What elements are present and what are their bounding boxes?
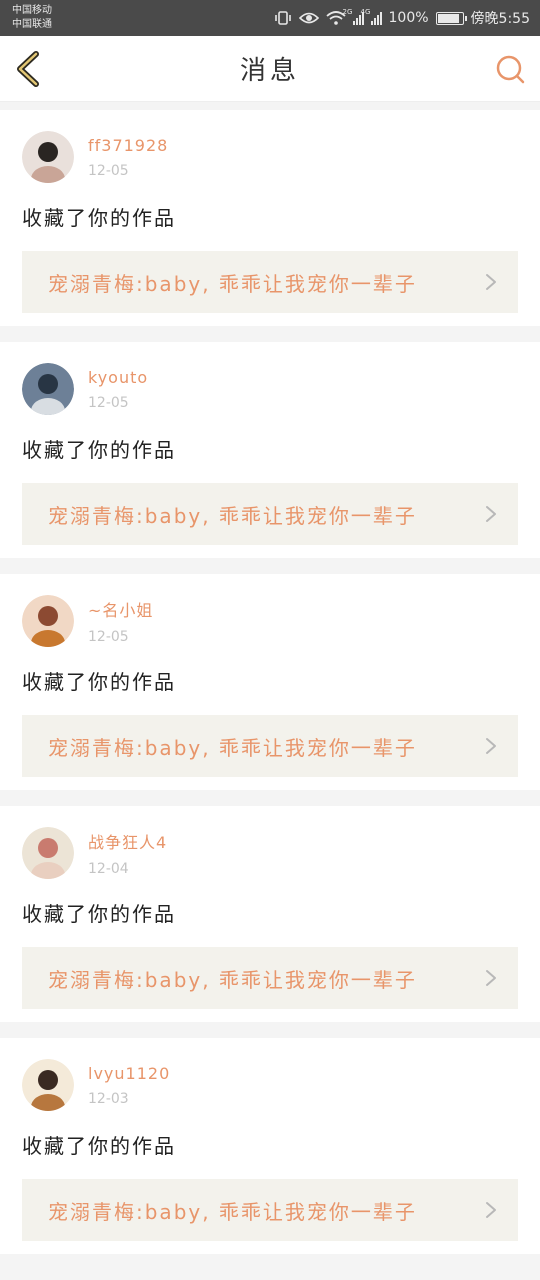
message-card: ff371928 12-05 收藏了你的作品 宠溺青梅:baby, 乖乖让我宠你…	[0, 110, 540, 326]
message-date: 12-05	[88, 394, 129, 411]
nav-bar: 消息	[0, 36, 540, 102]
chevron-right-icon	[486, 1202, 496, 1218]
username[interactable]: lvyu1120	[88, 1064, 170, 1083]
message-header: 战争狂人4 12-04	[22, 826, 518, 880]
work-title: 宠溺青梅:baby, 乖乖让我宠你一辈子	[48, 967, 417, 992]
message-text: 收藏了你的作品	[22, 206, 176, 230]
chevron-right-icon	[486, 274, 496, 290]
carrier-1: 中国移动	[12, 5, 52, 16]
clock: 傍晚5:55	[470, 11, 530, 27]
message-date: 12-03	[88, 1090, 129, 1107]
carrier-info: 中国移动 中国联通	[12, 4, 52, 32]
work-link[interactable]: 宠溺青梅:baby, 乖乖让我宠你一辈子	[22, 483, 518, 545]
work-title: 宠溺青梅:baby, 乖乖让我宠你一辈子	[48, 503, 417, 528]
signal-2-label: 4G	[360, 8, 371, 16]
message-text: 收藏了你的作品	[22, 902, 176, 926]
avatar[interactable]	[22, 131, 74, 183]
user-info: 战争狂人4 12-04	[88, 829, 167, 877]
username[interactable]: ff371928	[88, 136, 168, 155]
vibrate-icon	[274, 11, 291, 25]
user-info: ff371928 12-05	[88, 136, 168, 179]
work-link[interactable]: 宠溺青梅:baby, 乖乖让我宠你一辈子	[22, 251, 518, 313]
message-text: 收藏了你的作品	[22, 1134, 176, 1158]
chevron-right-icon	[486, 970, 496, 986]
avatar[interactable]	[22, 827, 74, 879]
message-header: ~名小姐 12-05	[22, 594, 518, 648]
avatar[interactable]	[22, 363, 74, 415]
chevron-right-icon	[486, 506, 496, 522]
message-date: 12-05	[88, 162, 129, 179]
work-title: 宠溺青梅:baby, 乖乖让我宠你一辈子	[48, 1199, 417, 1224]
message-header: kyouto 12-05	[22, 362, 518, 416]
avatar[interactable]	[22, 595, 74, 647]
username[interactable]: kyouto	[88, 368, 148, 387]
eye-icon	[298, 12, 319, 24]
search-icon[interactable]	[494, 54, 526, 86]
message-card: 战争狂人4 12-04 收藏了你的作品 宠溺青梅:baby, 乖乖让我宠你一辈子	[0, 806, 540, 1022]
work-link[interactable]: 宠溺青梅:baby, 乖乖让我宠你一辈子	[22, 715, 518, 777]
signal-2-icon: 4G	[361, 8, 382, 25]
message-card: ~名小姐 12-05 收藏了你的作品 宠溺青梅:baby, 乖乖让我宠你一辈子	[0, 574, 540, 790]
message-header: ff371928 12-05	[22, 130, 518, 184]
status-bar: 中国移动 中国联通 2G 4G 100% 傍晚5:55	[0, 0, 540, 36]
message-date: 12-04	[88, 861, 129, 877]
work-link[interactable]: 宠溺青梅:baby, 乖乖让我宠你一辈子	[22, 947, 518, 1009]
message-date: 12-05	[88, 629, 129, 645]
user-info: ~名小姐 12-05	[88, 597, 153, 645]
message-list: ff371928 12-05 收藏了你的作品 宠溺青梅:baby, 乖乖让我宠你…	[0, 102, 540, 1254]
battery-percent: 100%	[388, 10, 429, 26]
message-text: 收藏了你的作品	[22, 670, 176, 694]
message-card: kyouto 12-05 收藏了你的作品 宠溺青梅:baby, 乖乖让我宠你一辈…	[0, 342, 540, 558]
chevron-right-icon	[486, 738, 496, 754]
battery-icon	[435, 11, 467, 25]
work-title: 宠溺青梅:baby, 乖乖让我宠你一辈子	[48, 271, 417, 296]
status-icons: 2G 4G 100% 傍晚5:55	[274, 8, 530, 28]
page-title: 消息	[239, 56, 300, 86]
work-title: 宠溺青梅:baby, 乖乖让我宠你一辈子	[48, 735, 417, 760]
carrier-2: 中国联通	[12, 19, 52, 30]
user-info: lvyu1120 12-03	[88, 1064, 170, 1107]
work-link[interactable]: 宠溺青梅:baby, 乖乖让我宠你一辈子	[22, 1179, 518, 1241]
username[interactable]: ~名小姐	[88, 597, 153, 621]
message-text: 收藏了你的作品	[22, 438, 176, 462]
username[interactable]: 战争狂人4	[88, 829, 167, 853]
signal-1-label: 2G	[342, 8, 353, 16]
avatar[interactable]	[22, 1059, 74, 1111]
user-info: kyouto 12-05	[88, 368, 148, 411]
message-card: lvyu1120 12-03 收藏了你的作品 宠溺青梅:baby, 乖乖让我宠你…	[0, 1038, 540, 1254]
back-icon[interactable]	[12, 50, 44, 88]
message-header: lvyu1120 12-03	[22, 1058, 518, 1112]
